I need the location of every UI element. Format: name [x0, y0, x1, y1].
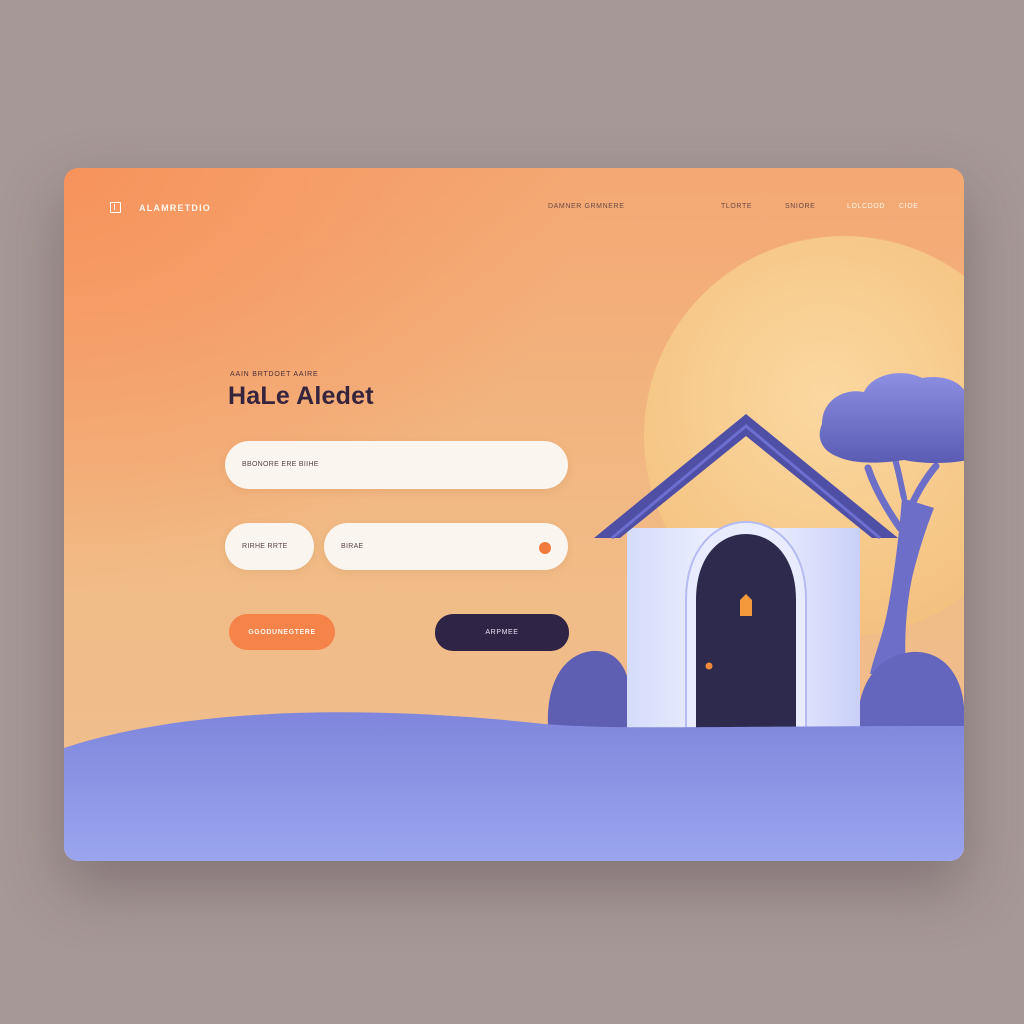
nav-link-3[interactable]: SNIORE — [785, 203, 815, 210]
nav-link-1[interactable]: DAMNER GRMNERE — [548, 203, 624, 210]
status-dot-icon — [539, 542, 551, 554]
primary-cta-button[interactable]: GGODUNEGTERE — [229, 614, 335, 650]
hero-eyebrow: AAIN BRTDOET AAIRE — [230, 371, 319, 378]
logo-icon[interactable] — [110, 202, 121, 213]
primary-input-placeholder: BBONORE ERE BIIHE — [242, 461, 319, 468]
hero-illustration — [64, 236, 964, 861]
small-input-placeholder: RIRHE RRTE — [242, 543, 288, 550]
secondary-input-field[interactable]: BIRAE — [324, 523, 568, 570]
secondary-cta-button[interactable]: ARPMEE — [435, 614, 569, 651]
hero-title: HaLe Aledet — [228, 382, 374, 410]
bush-left — [547, 650, 630, 728]
secondary-input-placeholder: BIRAE — [341, 543, 364, 550]
door-knob — [705, 662, 713, 670]
small-input-field[interactable]: RIRHE RRTE — [225, 523, 314, 570]
nav-link-5[interactable]: CIOE — [899, 203, 919, 210]
ground-hill — [64, 712, 964, 861]
brand-name[interactable]: ALAMRETDIO — [139, 203, 211, 213]
nav-link-4[interactable]: LOLCDOD — [847, 203, 885, 210]
nav-link-2[interactable]: TLORTE — [721, 203, 752, 210]
landing-page-window: ALAMRETDIO DAMNER GRMNERE TLORTE SNIORE … — [64, 168, 964, 861]
primary-input-field[interactable]: BBONORE ERE BIIHE — [225, 441, 568, 489]
